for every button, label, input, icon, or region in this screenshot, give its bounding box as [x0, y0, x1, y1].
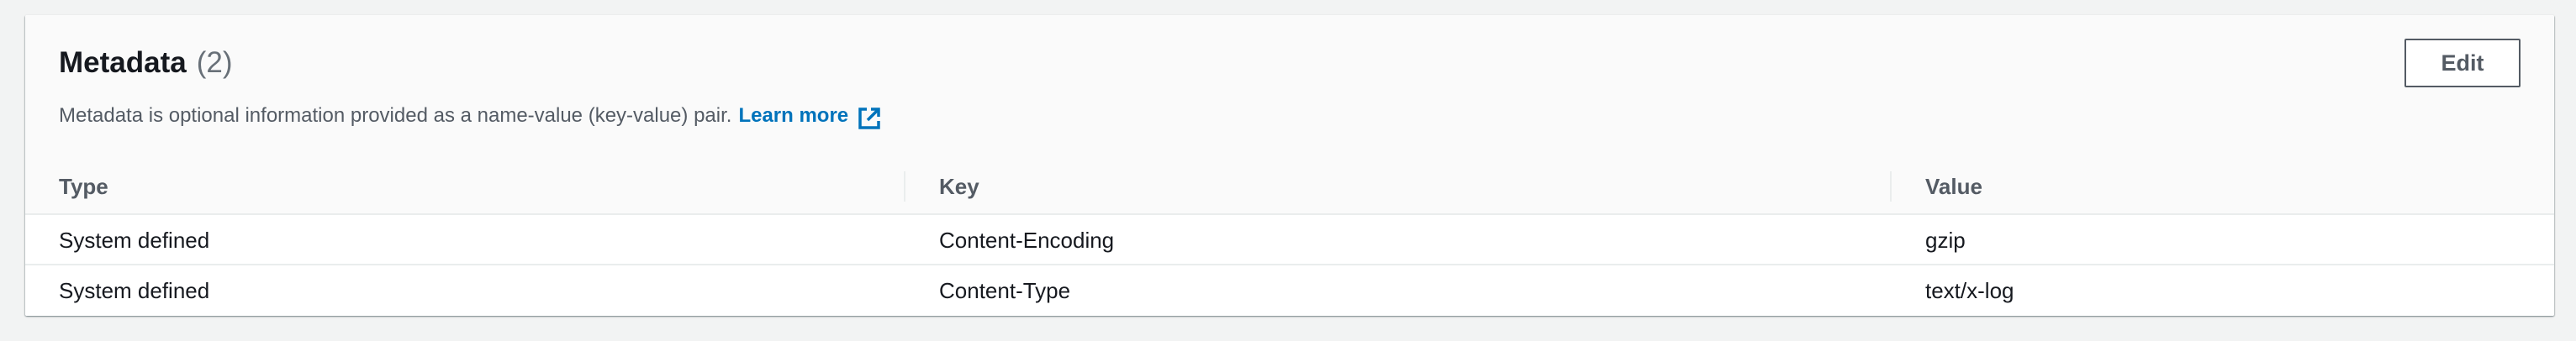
- learn-more-link[interactable]: Learn more: [738, 102, 882, 129]
- column-header-key[interactable]: Key: [939, 158, 979, 215]
- column-resizer[interactable]: [1890, 171, 1892, 202]
- external-link-icon: [857, 106, 882, 131]
- panel-description: Metadata is optional information provide…: [59, 104, 732, 127]
- cell-type: System defined: [59, 277, 210, 303]
- cell-key: Content-Encoding: [939, 227, 1115, 253]
- table-row: System defined Content-Encoding gzip: [25, 215, 2554, 265]
- edit-button[interactable]: Edit: [2404, 39, 2521, 87]
- column-resizer[interactable]: [904, 171, 905, 202]
- panel-description-row: Metadata is optional information provide…: [59, 102, 882, 129]
- panel-title: Metadata: [59, 46, 187, 79]
- cell-type: System defined: [59, 227, 210, 253]
- column-header-value[interactable]: Value: [1925, 158, 1982, 215]
- table-header: Type Key Value: [25, 158, 2554, 215]
- metadata-panel: Metadata (2) Metadata is optional inform…: [25, 15, 2554, 316]
- panel-count: (2): [196, 46, 233, 79]
- cell-value: text/x-log: [1925, 277, 2014, 303]
- cell-value: gzip: [1925, 227, 1966, 253]
- table-row: System defined Content-Type text/x-log: [25, 265, 2554, 316]
- column-header-type[interactable]: Type: [59, 158, 108, 215]
- cell-key: Content-Type: [939, 277, 1071, 303]
- learn-more-label: Learn more: [738, 104, 849, 127]
- panel-title-row: Metadata (2): [59, 45, 233, 81]
- metadata-table: Type Key Value System defined Content-En…: [25, 158, 2554, 316]
